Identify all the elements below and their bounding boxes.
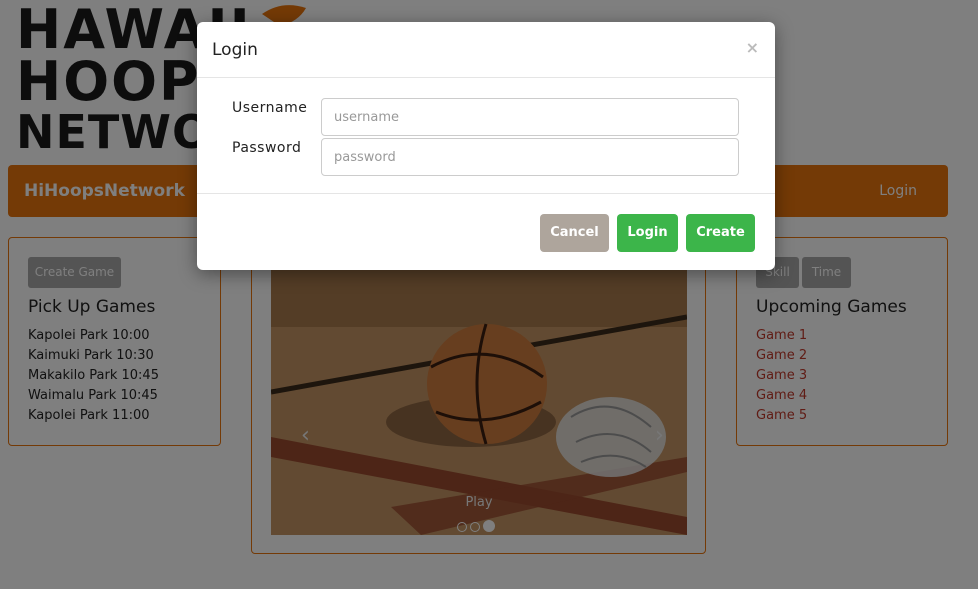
create-button[interactable]: Create [686,214,755,252]
modal-header: Login × [197,22,775,78]
login-modal: Login × Username Password Cancel Login C… [197,22,775,270]
password-label: Password [232,140,302,156]
close-icon[interactable]: × [746,38,759,57]
username-input[interactable] [321,98,739,136]
modal-footer: Cancel Login Create [197,193,775,270]
login-button[interactable]: Login [617,214,678,252]
modal-title: Login [212,40,258,60]
username-label: Username [232,100,308,116]
password-input[interactable] [321,138,739,176]
cancel-button[interactable]: Cancel [540,214,609,252]
